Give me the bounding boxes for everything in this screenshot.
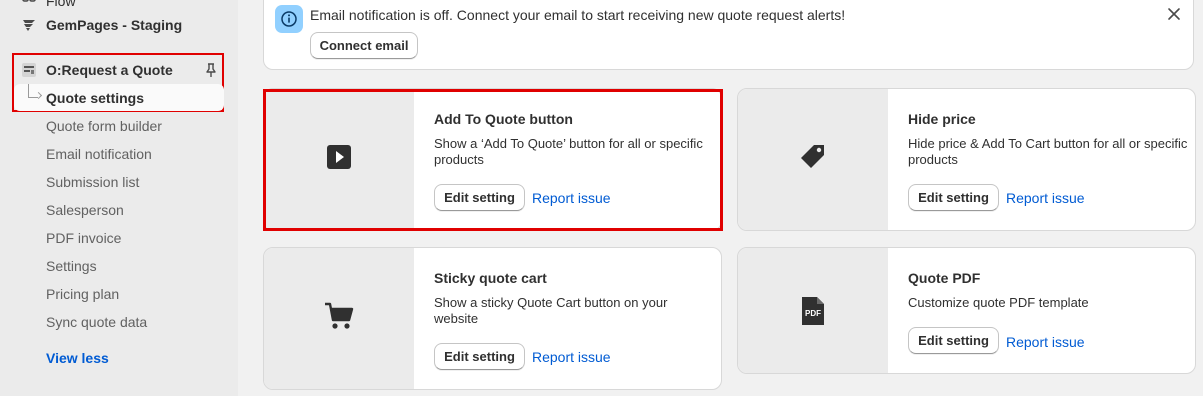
card-thumbnail xyxy=(264,89,414,230)
sidebar-item-sync-quote-data[interactable]: Sync quote data xyxy=(0,309,238,335)
card-title: Hide price xyxy=(908,111,976,127)
quote-pdf-card: PDF Quote PDF Customize quote PDF templa… xyxy=(737,247,1196,374)
sidebar-item-label: Email notification xyxy=(46,146,152,162)
view-less-link[interactable]: View less xyxy=(46,350,109,366)
card-title: Sticky quote cart xyxy=(434,270,547,286)
close-icon[interactable] xyxy=(1166,6,1182,22)
card-description: Show a sticky Quote Cart button on your … xyxy=(434,295,668,326)
sidebar-item-gempages[interactable]: GemPages - Staging xyxy=(0,12,238,38)
sidebar-item-label: Settings xyxy=(46,258,97,274)
edit-setting-button[interactable]: Edit setting xyxy=(908,184,999,211)
sidebar-item-submission-list[interactable]: Submission list xyxy=(0,169,238,195)
card-description: Show a ‘Add To Quote’ button for all or … xyxy=(434,136,703,167)
sidebar-item-label: Submission list xyxy=(46,174,140,190)
card-description: Hide price & Add To Cart button for all … xyxy=(908,136,1188,167)
sidebar-item-label: Flow xyxy=(46,0,76,9)
card-thumbnail: PDF xyxy=(738,248,888,373)
connect-email-button[interactable]: Connect email xyxy=(310,32,418,59)
card-title: Quote PDF xyxy=(908,270,981,286)
sidebar-item-settings[interactable]: Settings xyxy=(0,253,238,279)
sidebar: Flow GemPages - Staging O:Request a Quot… xyxy=(0,0,238,396)
play-icon xyxy=(326,144,352,175)
sidebar-item-label: O:Request a Quote xyxy=(46,62,173,78)
sidebar-item-label: Salesperson xyxy=(46,202,124,218)
edit-setting-button[interactable]: Edit setting xyxy=(434,184,525,211)
sidebar-item-label: Pricing plan xyxy=(46,286,120,302)
report-issue-link[interactable]: Report issue xyxy=(1006,334,1085,350)
card-description: Customize quote PDF template xyxy=(908,295,1089,310)
price-tag-icon xyxy=(798,142,828,177)
pin-icon[interactable] xyxy=(203,62,219,78)
request-quote-app-icon xyxy=(20,61,38,79)
sidebar-item-label: Quote settings xyxy=(46,90,145,106)
sidebar-item-pricing-plan[interactable]: Pricing plan xyxy=(0,281,238,307)
sidebar-item-label: PDF invoice xyxy=(46,230,122,246)
pdf-icon-label: PDF xyxy=(805,308,821,318)
sidebar-item-email-notification[interactable]: Email notification xyxy=(0,141,238,167)
add-to-quote-card: Add To Quote button Show a ‘Add To Quote… xyxy=(263,88,722,231)
sidebar-item-salesperson[interactable]: Salesperson xyxy=(0,197,238,223)
gempages-icon xyxy=(20,16,38,34)
hide-price-card: Hide price Hide price & Add To Cart butt… xyxy=(737,88,1196,231)
report-issue-link[interactable]: Report issue xyxy=(532,190,611,206)
sidebar-item-label: Sync quote data xyxy=(46,314,148,330)
report-issue-link[interactable]: Report issue xyxy=(1006,190,1085,206)
sticky-quote-cart-card: Sticky quote cart Show a sticky Quote Ca… xyxy=(263,247,722,390)
edit-setting-button[interactable]: Edit setting xyxy=(908,327,999,354)
edit-setting-button[interactable]: Edit setting xyxy=(434,343,525,370)
sidebar-item-label: GemPages - Staging xyxy=(46,17,183,33)
card-thumbnail xyxy=(738,89,888,230)
sidebar-item-quote-form-builder[interactable]: Quote form builder xyxy=(0,113,238,139)
banner-message: Email notification is off. Connect your … xyxy=(310,7,846,23)
cart-icon xyxy=(323,301,355,336)
card-title: Add To Quote button xyxy=(434,111,573,127)
email-notification-banner: Email notification is off. Connect your … xyxy=(263,0,1194,70)
info-icon xyxy=(275,5,303,33)
sidebar-item-quote-settings[interactable]: Quote settings xyxy=(14,84,224,111)
report-issue-link[interactable]: Report issue xyxy=(532,349,611,365)
pdf-file-icon: PDF xyxy=(802,296,824,325)
flow-icon xyxy=(20,0,38,10)
sidebar-item-label: Quote form builder xyxy=(46,118,162,134)
card-thumbnail xyxy=(264,248,414,389)
sidebar-item-pdf-invoice[interactable]: PDF invoice xyxy=(0,225,238,251)
